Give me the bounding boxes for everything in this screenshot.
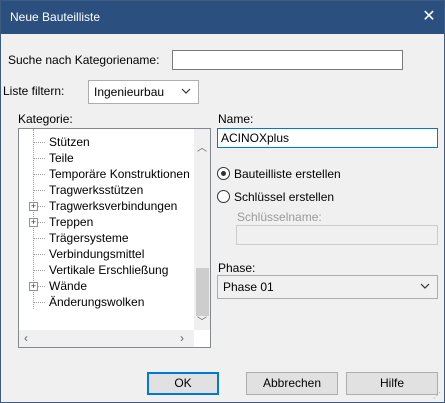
tree-item[interactable]: + Tragwerksverbindungen — [19, 198, 194, 214]
filter-label: Liste filtern: — [3, 84, 65, 98]
tree-item-label: Verbindungsmittel — [49, 247, 145, 261]
expand-plus-icon[interactable]: + — [29, 218, 38, 227]
tree-item[interactable]: + Treppen — [19, 214, 194, 230]
help-button[interactable]: Hilfe — [346, 372, 438, 395]
tree-item-label: Stützen — [49, 135, 90, 149]
expand-plus-icon[interactable]: + — [29, 202, 38, 211]
scroll-left-arrow-icon[interactable]: ‹ — [24, 331, 28, 345]
tree-horizontal-scrollbar[interactable]: ‹ › — [19, 330, 194, 347]
resize-grip-icon[interactable]: ⋰ — [433, 391, 441, 400]
chevron-down-icon — [420, 283, 430, 289]
tree-item[interactable]: Stützen — [19, 134, 194, 150]
scrollbar-thumb[interactable] — [196, 268, 209, 316]
close-icon[interactable]: ✕ — [414, 1, 444, 34]
filter-selected-value: Ingenieurbau — [94, 85, 165, 99]
filter-dropdown[interactable]: Ingenieurbau — [88, 80, 199, 104]
category-label: Kategorie: — [18, 112, 73, 126]
chevron-down-icon — [181, 88, 191, 94]
create-schedule-label: Bauteilliste erstellen — [234, 167, 341, 181]
expand-plus-icon[interactable]: + — [29, 282, 38, 291]
scroll-up-arrow-icon[interactable]: ︿ — [197, 139, 207, 154]
tree-item-label: Trägersysteme — [49, 231, 129, 245]
tree-item-label: Vertikale Erschließung — [49, 263, 169, 277]
tree-item-label: Teile — [49, 151, 74, 165]
name-input[interactable]: ACINOXplus — [217, 128, 438, 148]
tree-item[interactable]: Änderungswolken — [19, 294, 194, 310]
search-label: Suche nach Kategoriename: — [8, 53, 160, 67]
tree-item-label: Treppen — [49, 215, 94, 229]
name-label: Name: — [218, 112, 254, 126]
tree-item[interactable]: Tragwerksstützen — [19, 182, 194, 198]
tree-item-label: Tragwerksstützen — [49, 183, 144, 197]
tree-item[interactable]: Teile — [19, 150, 194, 166]
phase-selected-value: Phase 01 — [223, 280, 274, 294]
create-key-label: Schlüssel erstellen — [234, 190, 335, 204]
radio-selected-icon[interactable] — [217, 167, 230, 180]
scroll-down-arrow-icon[interactable]: ﹀ — [197, 313, 207, 328]
scroll-right-arrow-icon[interactable]: › — [180, 331, 184, 345]
tree-item-label: Temporäre Konstruktionen — [49, 167, 190, 181]
tree-item-label: Wände — [49, 279, 88, 293]
key-name-label: Schlüsselname: — [237, 210, 322, 224]
tree-item[interactable]: + Wände — [19, 278, 194, 294]
title-bar: Neue Bauteilliste ✕ — [1, 1, 444, 34]
key-name-input[interactable] — [236, 225, 438, 245]
create-schedule-option[interactable]: Bauteilliste erstellen — [217, 166, 417, 182]
tree-item[interactable]: Vertikale Erschließung — [19, 262, 194, 278]
tree-item-label: Tragwerksverbindungen — [49, 199, 178, 213]
tree-item[interactable]: Temporäre Konstruktionen — [19, 166, 194, 182]
new-schedule-dialog: Neue Bauteilliste ✕ Suche nach Kategorie… — [0, 0, 445, 403]
category-tree[interactable]: Stützen Teile Temporäre Konstruktionen T… — [18, 128, 211, 348]
search-input[interactable] — [172, 50, 403, 70]
cancel-button[interactable]: Abbrechen — [246, 372, 338, 395]
phase-label: Phase: — [218, 261, 256, 275]
tree-vertical-scrollbar[interactable]: ︿ ﹀ — [194, 129, 210, 330]
tree-item[interactable]: Verbindungsmittel — [19, 246, 194, 262]
phase-dropdown[interactable]: Phase 01 — [217, 275, 438, 299]
tree-item-label: Änderungswolken — [49, 295, 145, 309]
window-title: Neue Bauteilliste — [10, 10, 101, 24]
create-key-option[interactable]: Schlüssel erstellen — [217, 189, 417, 205]
ok-button[interactable]: OK — [147, 372, 219, 395]
tree-item[interactable]: Trägersysteme — [19, 230, 194, 246]
radio-unselected-icon[interactable] — [217, 190, 230, 203]
